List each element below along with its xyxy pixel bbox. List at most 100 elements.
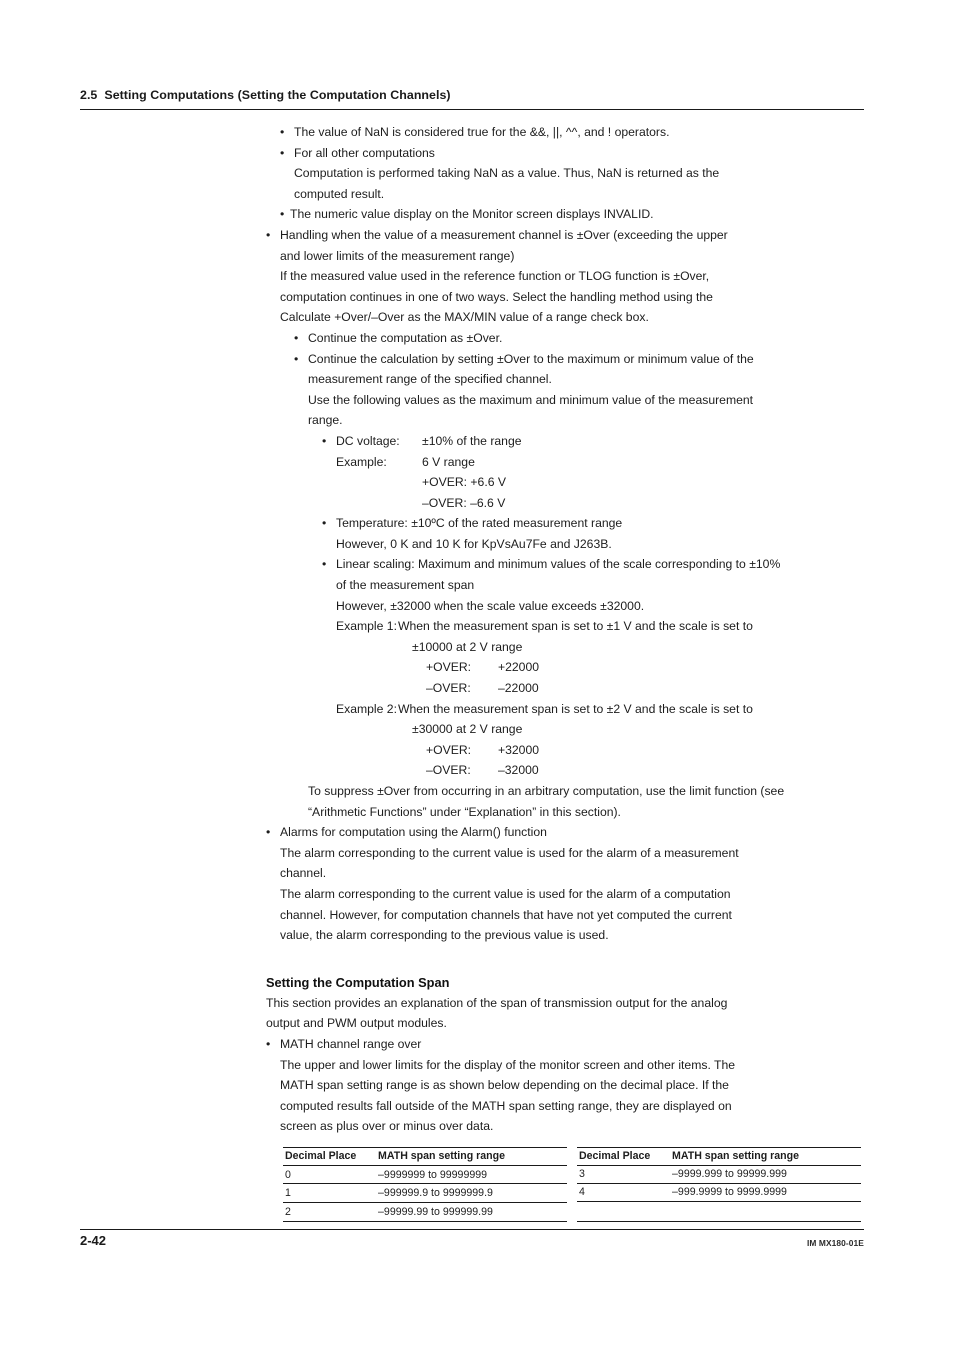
list-item: • The value of NaN is considered true fo…: [280, 122, 866, 143]
over-handling-head-line1: Handling when the value of a measurement…: [280, 227, 728, 242]
math-channel-range-over-bullet: MATH channel range over: [280, 1036, 422, 1051]
alarms-p2-line1: The alarm corresponding to the current v…: [280, 886, 731, 901]
running-head: 2.5 Setting Computations (Setting the Com…: [80, 88, 864, 106]
option-continue-maxmin-line2: measurement range of the specified chann…: [308, 372, 552, 387]
bullet-glyph: •: [322, 433, 327, 448]
dc-voltage-plus-over: +OVER: +6.6 V: [422, 475, 507, 490]
example-1-plus-row: +OVER: +22000: [426, 657, 753, 678]
over-handling-para-line1: If the measured value used in the refere…: [280, 269, 710, 284]
over-handling-para-line3: Calculate +Over/–Over as the MAX/MIN val…: [280, 310, 649, 325]
table-cell-span-range: –99999.99 to 999999.99: [376, 1202, 567, 1222]
example-2-minus-value: –32000: [498, 763, 539, 778]
dc-voltage-example-label: Example:: [336, 454, 387, 469]
example-2-plus-value: +32000: [498, 742, 540, 757]
table-header-decimal-place: Decimal Place: [577, 1148, 671, 1166]
table-cell-decimal-place: 1: [283, 1183, 377, 1203]
table-row: 3 –9999.999 to 99999.999: [577, 1165, 861, 1184]
alarms-p1-line2: channel.: [280, 866, 327, 881]
math-span-body-line2: MATH span setting range is as shown belo…: [280, 1078, 729, 1093]
example-1-minus-label: –OVER:: [426, 681, 471, 696]
table-cell-decimal-place: 4: [577, 1183, 671, 1202]
alarms-head: Alarms for computation using the Alarm()…: [280, 825, 547, 840]
invalid-display-text: The numeric value display on the Monitor…: [290, 207, 654, 222]
list-item: • Alarms for computation using the Alarm…: [266, 822, 866, 946]
dc-voltage-row: DC voltage: ±10% of the range: [336, 431, 866, 452]
example-1-plus-value: +22000: [498, 660, 540, 675]
table-cell-decimal-place: 0: [283, 1165, 377, 1185]
temperature-line2: However, 0 K and 10 K for KpVsAu7Fe and …: [336, 536, 612, 551]
linear-scaling-line3: However, ±32000 when the scale value exc…: [336, 598, 645, 613]
example-2-line1: When the measurement span is set to ±2 V…: [398, 701, 753, 716]
example-2-block: Example 2: When the measurement span is …: [336, 699, 866, 781]
math-span-body-line1: The upper and lower limits for the displ…: [280, 1057, 736, 1072]
linear-scaling-line2: of the measurement span: [336, 578, 475, 593]
example-1-minus-value: –22000: [498, 681, 539, 696]
list-item: • Linear scaling: Maximum and minimum va…: [322, 554, 866, 781]
table-cell-decimal-place: 3: [577, 1165, 671, 1184]
option-continue-maxmin-line1: Continue the calculation by setting ±Ove…: [308, 351, 754, 366]
math-span-body-line4: screen as plus over or minus over data.: [280, 1119, 494, 1134]
math-span-tables: Decimal Place MATH span setting range 0 …: [283, 1147, 861, 1222]
table-row: 1 –999999.9 to 9999999.9: [283, 1183, 567, 1203]
footer-divider: [80, 1229, 864, 1231]
example-1-plus-label: +OVER:: [426, 660, 472, 675]
bullet-glyph: •: [266, 227, 271, 242]
table-row: 2 –99999.99 to 999999.99: [283, 1202, 567, 1222]
footer-document-number: IM MX180-01E: [806, 1238, 864, 1248]
table-cell-decimal-place: 2: [283, 1202, 377, 1222]
example-1-line1: When the measurement span is set to ±1 V…: [398, 619, 753, 634]
option-continue-maxmin-line4: range.: [308, 413, 343, 428]
example-2-label: Example 2:: [336, 701, 397, 716]
running-head-section-number: 2.5: [80, 88, 98, 102]
bullet-glyph: •: [322, 557, 327, 572]
bullet-glyph: •: [280, 145, 285, 160]
list-item: • The numeric value display on the Monit…: [280, 204, 866, 225]
list-item: • MATH channel range over The upper and …: [266, 1034, 866, 1137]
table-cell-span-range: –9999999 to 99999999: [376, 1165, 567, 1185]
table-cell-span-range: –999.9999 to 9999.9999: [670, 1183, 861, 1202]
example-2-plus-label: +OVER:: [426, 742, 472, 757]
table-cell-span-range: –999999.9 to 9999999.9: [376, 1183, 567, 1203]
bullet-glyph: •: [266, 825, 271, 840]
table-header-span-range: MATH span setting range: [670, 1148, 861, 1166]
document-page: 2.5 Setting Computations (Setting the Com…: [0, 0, 954, 1350]
list-item: • For all other computations Computation…: [280, 143, 866, 205]
option-continue-as-over: Continue the computation as ±Over.: [308, 330, 503, 345]
suppress-note-line1: To suppress ±Over from occurring in an a…: [308, 784, 785, 798]
example-2-minus-label: –OVER:: [426, 763, 471, 778]
dc-voltage-example-row: Example: 6 V range +OVER: +6.6 V –OVER: …: [336, 452, 866, 514]
running-head-divider: [80, 109, 864, 111]
other-computations-head: For all other computations: [294, 145, 435, 160]
suppress-note-line2: “Arithmetic Functions” under “Explanatio…: [308, 804, 621, 819]
option-continue-maxmin-line3: Use the following values as the maximum …: [308, 392, 754, 407]
dc-voltage-minus-over: –OVER: –6.6 V: [422, 495, 506, 510]
math-span-body-line3: computed results fall outside of the MAT…: [280, 1098, 732, 1113]
footer-page-number: 2-42: [80, 1233, 107, 1248]
body-content: • The value of NaN is considered true fo…: [266, 122, 866, 1137]
over-handling-head-line2: and lower limits of the measurement rang…: [280, 248, 515, 263]
computation-span-intro-line1: This section provides an explanation of …: [266, 995, 728, 1010]
list-item: • DC voltage: ±10% of the range Example:: [322, 431, 866, 513]
bullet-glyph: •: [266, 1036, 271, 1051]
list-item: • Continue the calculation by setting ±O…: [294, 349, 866, 823]
table-header-span-range: MATH span setting range: [376, 1148, 567, 1166]
example-1-label: Example 1:: [336, 619, 397, 634]
alarms-p1-line1: The alarm corresponding to the current v…: [280, 845, 739, 860]
over-handling-para-line2: computation continues in one of two ways…: [280, 289, 713, 304]
bullet-glyph: •: [322, 516, 327, 531]
math-span-table-left: Decimal Place MATH span setting range 0 …: [283, 1147, 567, 1222]
table-header-row: Decimal Place MATH span setting range: [283, 1148, 567, 1166]
dc-voltage-value: ±10% of the range: [422, 433, 522, 448]
example-2-line2: ±30000 at 2 V range: [412, 722, 523, 737]
nan-operators-text: The value of NaN is considered true for …: [294, 125, 670, 139]
other-computations-line2: computed result.: [294, 186, 385, 201]
example-2-plus-row: +OVER: +32000: [426, 740, 753, 761]
example-1-line2: ±10000 at 2 V range: [412, 639, 523, 654]
table-spacer-row: . .: [577, 1201, 861, 1222]
dc-voltage-example-value: 6 V range: [422, 454, 475, 469]
temperature-line1: Temperature: ±10ºC of the rated measurem…: [336, 516, 623, 531]
example-2-minus-row: –OVER: –32000: [426, 760, 753, 781]
dc-voltage-label: DC voltage:: [336, 433, 400, 448]
bullet-glyph: •: [280, 207, 285, 222]
alarms-p2-line2: channel. However, for computation channe…: [280, 907, 732, 922]
